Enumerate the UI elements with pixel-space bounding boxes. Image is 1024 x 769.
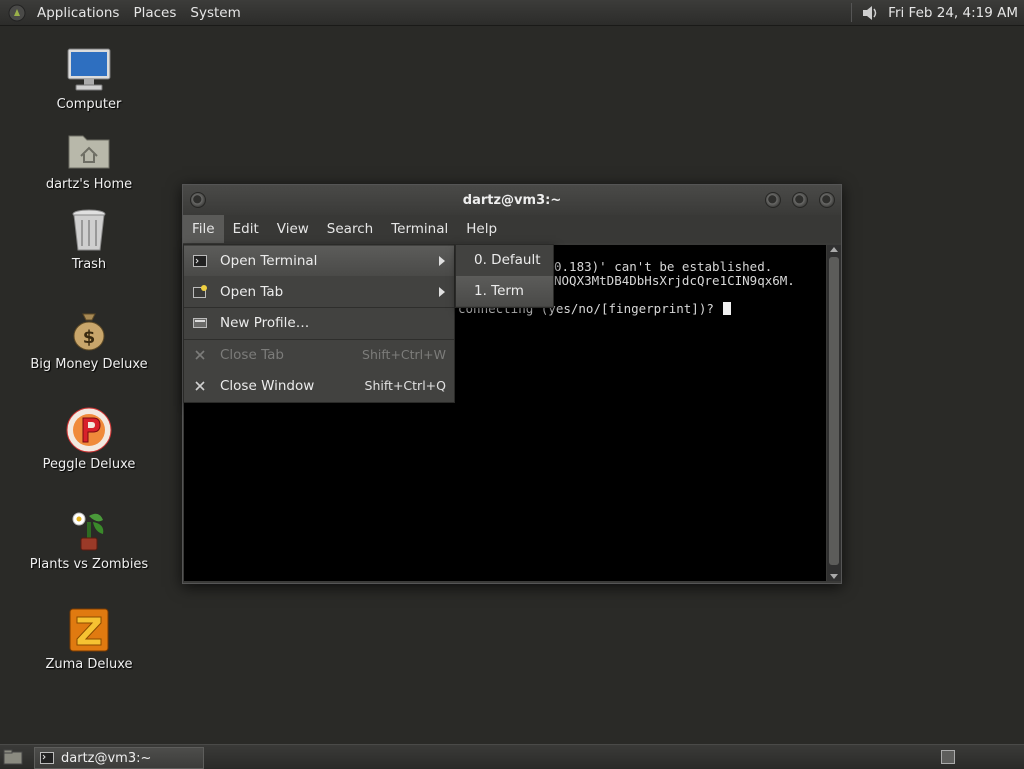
money-bag-icon: $ — [65, 306, 113, 354]
desktop-icon-label: Trash — [71, 257, 107, 272]
menu-item-close-tab: Close Tab Shift+Ctrl+W — [184, 340, 454, 370]
close-icon — [195, 350, 205, 360]
desktop-icon-label: Plants vs Zombies — [29, 557, 149, 572]
menu-help[interactable]: Help — [457, 215, 506, 243]
plants-vs-zombies-icon — [65, 506, 113, 554]
profile-icon — [193, 318, 207, 328]
desktop-icon-plants-vs-zombies[interactable]: Plants vs Zombies — [29, 506, 149, 572]
terminal-icon — [40, 752, 54, 764]
peggle-icon — [65, 406, 113, 454]
submenu-item-label: 1. Term — [474, 283, 524, 299]
file-menu: Open Terminal Open Tab New Profile… Clos… — [183, 244, 455, 403]
desktop-icon-label: dartz's Home — [45, 177, 133, 192]
submenu-arrow-icon — [439, 287, 445, 297]
submenu-item-label: 0. Default — [474, 252, 541, 268]
desktop-icon-zuma[interactable]: Zuma Deluxe — [29, 606, 149, 672]
home-folder-icon — [65, 126, 113, 174]
terminal-line: NOQX3MtDB4DbHsXrjdcQre1CIN9qx6M. — [554, 273, 795, 288]
show-desktop-icon[interactable] — [3, 748, 23, 765]
terminal-menubar: File Edit View Search Terminal Help — [183, 215, 841, 243]
submenu-arrow-icon — [439, 256, 445, 266]
desktop-icon-label: Computer — [56, 97, 122, 112]
desktop-icon-home[interactable]: dartz's Home — [29, 126, 149, 192]
clock[interactable]: Fri Feb 24, 4:19 AM — [888, 5, 1024, 21]
computer-icon — [65, 46, 113, 94]
workspace-switcher-icon[interactable] — [941, 750, 955, 764]
maximize-button[interactable] — [792, 192, 808, 208]
scroll-down-icon[interactable] — [830, 574, 838, 579]
top-panel-tray: Fri Feb 24, 4:19 AM — [851, 0, 1024, 25]
menu-item-accel: Shift+Ctrl+W — [362, 347, 446, 362]
menu-item-label: Close Tab — [220, 347, 284, 363]
desktop-icon-big-money[interactable]: $ Big Money Deluxe — [29, 306, 149, 372]
menu-view[interactable]: View — [268, 215, 318, 243]
minimize-button[interactable] — [765, 192, 781, 208]
submenu-item-term[interactable]: 1. Term — [456, 276, 553, 306]
menu-file[interactable]: File — [183, 215, 224, 243]
desktop-icon-label: Zuma Deluxe — [45, 657, 133, 672]
scroll-up-icon[interactable] — [830, 247, 838, 252]
bottom-panel: dartz@vm3:~ — [0, 744, 1024, 769]
terminal-line: 0.183)' can't be established. — [554, 259, 773, 274]
terminal-icon — [193, 255, 207, 267]
window-title: dartz@vm3:~ — [462, 193, 562, 208]
desktop-icon-peggle[interactable]: Peggle Deluxe — [29, 406, 149, 472]
places-menu[interactable]: Places — [126, 5, 183, 21]
menu-item-open-terminal[interactable]: Open Terminal — [184, 246, 454, 276]
desktop-icon-label: Peggle Deluxe — [42, 457, 136, 472]
speaker-icon[interactable] — [860, 3, 880, 23]
menu-item-label: Close Window — [220, 378, 315, 394]
menu-item-label: Open Terminal — [220, 253, 318, 269]
taskbar-label: dartz@vm3:~ — [61, 750, 152, 766]
open-terminal-submenu: 0. Default 1. Term — [455, 244, 554, 308]
menu-item-open-tab[interactable]: Open Tab — [184, 277, 454, 307]
new-tab-icon — [193, 285, 207, 298]
menu-terminal[interactable]: Terminal — [382, 215, 457, 243]
close-icon — [195, 381, 205, 391]
menu-edit[interactable]: Edit — [224, 215, 268, 243]
close-button[interactable] — [819, 192, 835, 208]
trash-icon — [65, 206, 113, 254]
svg-text:$: $ — [83, 327, 96, 348]
submenu-item-default[interactable]: 0. Default — [456, 245, 553, 275]
window-titlebar[interactable]: dartz@vm3:~ — [183, 185, 841, 215]
applications-menu[interactable]: Applications — [30, 5, 126, 21]
menu-item-accel: Shift+Ctrl+Q — [364, 378, 446, 393]
desktop-icon-label: Big Money Deluxe — [30, 357, 148, 372]
menu-item-new-profile[interactable]: New Profile… — [184, 308, 454, 338]
panel-separator — [851, 3, 853, 22]
terminal-cursor — [723, 302, 732, 315]
system-menu[interactable]: System — [183, 5, 247, 21]
desktop-icon-computer[interactable]: Computer — [29, 46, 149, 112]
menu-search[interactable]: Search — [318, 215, 382, 243]
menu-item-label: New Profile… — [220, 315, 310, 331]
taskbar-button-terminal[interactable]: dartz@vm3:~ — [34, 747, 204, 769]
zuma-icon — [65, 606, 113, 654]
gnome-foot-icon[interactable] — [8, 4, 26, 22]
top-panel: Applications Places System Fri Feb 24, 4… — [0, 0, 1024, 26]
menu-item-close-window[interactable]: Close Window Shift+Ctrl+Q — [184, 371, 454, 401]
desktop-icon-trash[interactable]: Trash — [29, 206, 149, 272]
menu-item-label: Open Tab — [220, 284, 284, 300]
scrollbar-thumb[interactable] — [829, 257, 839, 565]
